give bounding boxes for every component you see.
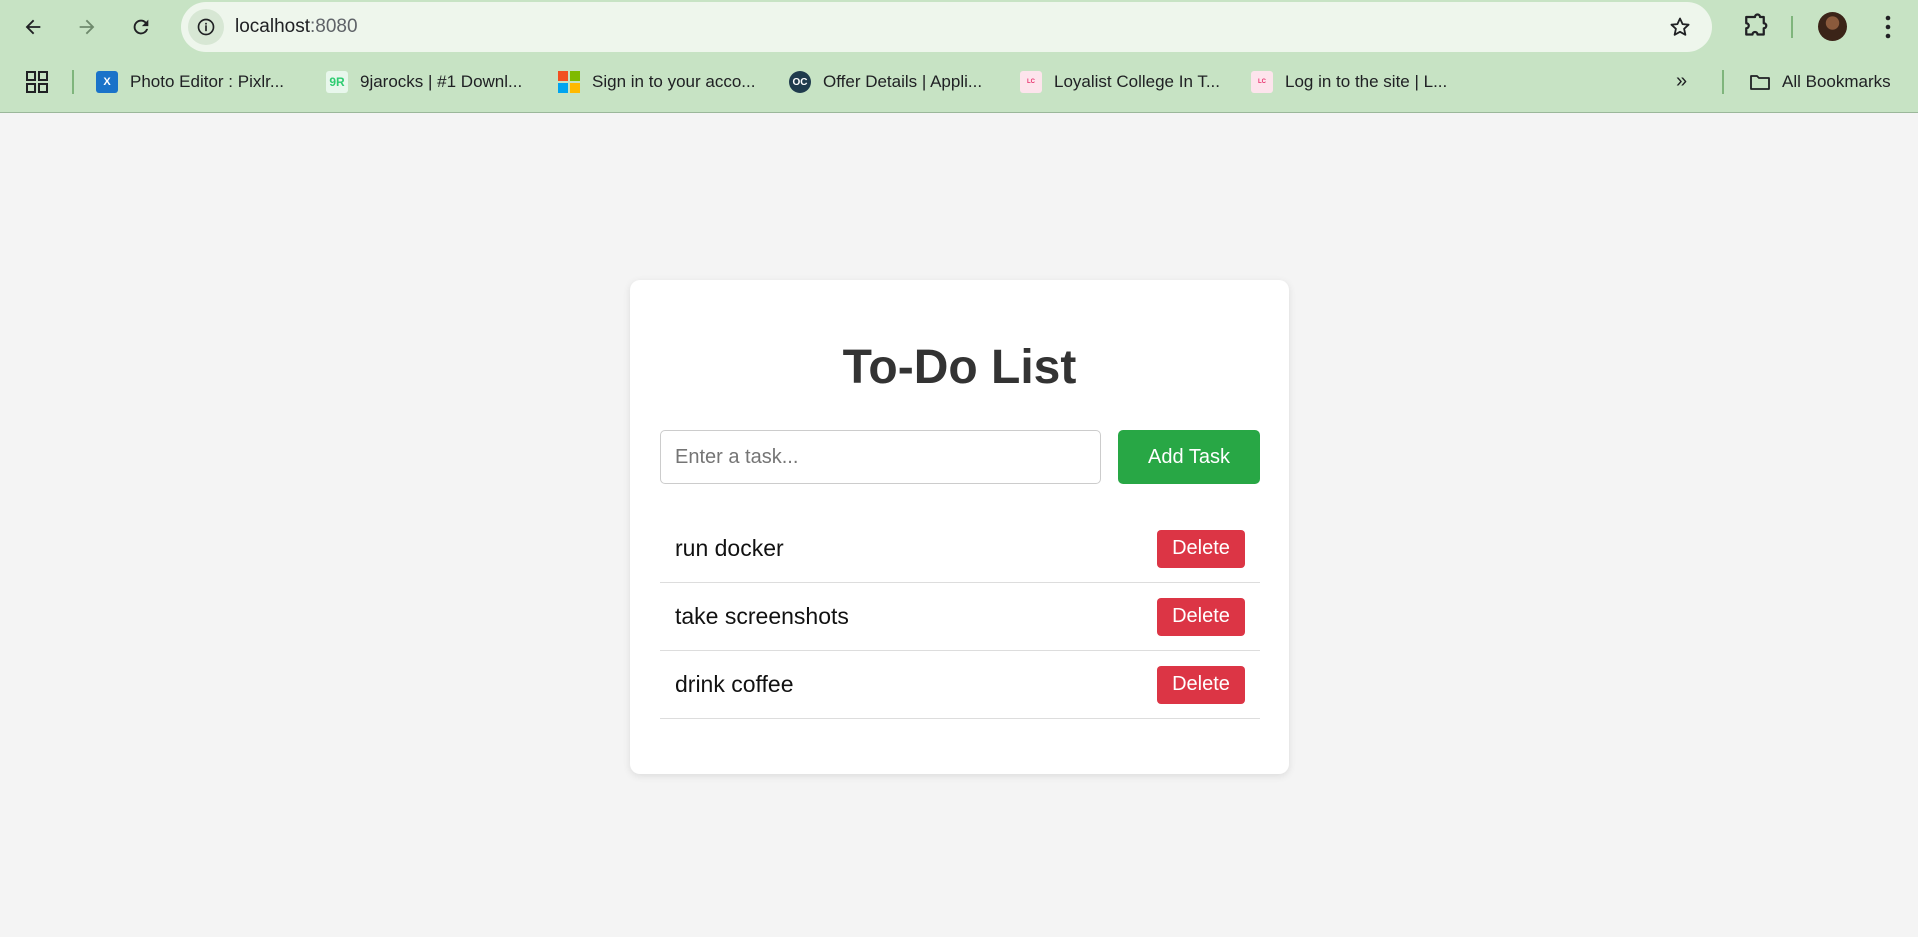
bookmark-loyalist[interactable]: LC Loyalist College In T... xyxy=(1020,68,1220,96)
info-icon xyxy=(197,18,215,36)
more-bookmarks-chevron-icon[interactable]: » xyxy=(1676,70,1687,93)
all-bookmarks-button[interactable]: All Bookmarks xyxy=(1748,68,1891,96)
bookmark-label: Offer Details | Appli... xyxy=(823,72,983,91)
bookmark-microsoft[interactable]: Sign in to your acco... xyxy=(558,68,755,96)
task-item: run docker Delete xyxy=(660,515,1260,583)
reload-button[interactable] xyxy=(124,10,158,44)
task-text: run docker xyxy=(675,535,784,561)
bookmark-9jarocks[interactable]: 9R 9jarocks | #1 Downl... xyxy=(326,68,522,96)
delete-task-button[interactable]: Delete xyxy=(1157,597,1245,636)
9jarocks-favicon-icon: 9R xyxy=(326,71,348,93)
all-bookmarks-label: All Bookmarks xyxy=(1782,72,1891,91)
url-text: localhost:8080 xyxy=(235,16,358,38)
bookmark-label: Log in to the site | L... xyxy=(1285,72,1448,91)
arrow-right-icon xyxy=(79,19,95,35)
loyalist-favicon-icon: LC xyxy=(1251,71,1273,93)
folder-icon xyxy=(1750,75,1770,90)
add-task-button[interactable]: Add Task xyxy=(1118,430,1260,484)
bookmark-label: Sign in to your acco... xyxy=(592,72,756,91)
task-text: take screenshots xyxy=(675,603,849,629)
todo-card: To-Do List Add Task run docker Delete ta… xyxy=(630,280,1289,774)
bookmark-offer-details[interactable]: OC Offer Details | Appli... xyxy=(789,68,982,96)
menu-kebab-icon[interactable] xyxy=(1878,12,1898,42)
bookmark-star-icon[interactable] xyxy=(1668,15,1692,39)
bookmark-loyalist-login[interactable]: LC Log in to the site | L... xyxy=(1251,68,1447,96)
url-host: localhost xyxy=(235,16,310,37)
reload-icon xyxy=(133,19,149,35)
back-button[interactable] xyxy=(16,10,50,44)
delete-task-button[interactable]: Delete xyxy=(1157,529,1245,568)
oc-favicon-icon: OC xyxy=(789,71,811,93)
task-text: drink coffee xyxy=(675,671,794,697)
bookmark-pixlr[interactable]: X Photo Editor : Pixlr... xyxy=(96,68,284,96)
apps-grid-icon[interactable] xyxy=(25,70,49,94)
task-item: drink coffee Delete xyxy=(660,651,1260,719)
bookmark-label: Loyalist College In T... xyxy=(1054,72,1220,91)
arrow-left-icon xyxy=(25,19,41,35)
bookmark-label: Photo Editor : Pixlr... xyxy=(130,72,285,91)
toolbar-divider xyxy=(1791,16,1793,38)
microsoft-favicon-icon xyxy=(558,71,580,93)
browser-chrome: localhost:8080 X Photo Editor : Pixlr...… xyxy=(0,0,1918,113)
task-list: run docker Delete take screenshots Delet… xyxy=(660,515,1260,719)
page-title: To-Do List xyxy=(842,341,1077,394)
bookmarks-divider xyxy=(1722,70,1724,94)
loyalist-favicon-icon: LC xyxy=(1020,71,1042,93)
task-item: take screenshots Delete xyxy=(660,583,1260,651)
bookmarks-bar: X Photo Editor : Pixlr... 9R 9jarocks | … xyxy=(0,60,1918,104)
pixlr-favicon-icon: X xyxy=(96,71,118,93)
bookmarks-divider xyxy=(72,70,74,94)
extensions-icon[interactable] xyxy=(1740,12,1770,42)
profile-avatar[interactable] xyxy=(1818,12,1847,41)
task-input[interactable] xyxy=(660,430,1101,484)
address-bar[interactable]: localhost:8080 xyxy=(181,2,1712,52)
site-info-button[interactable] xyxy=(188,9,224,45)
delete-task-button[interactable]: Delete xyxy=(1157,665,1245,704)
bookmark-label: 9jarocks | #1 Downl... xyxy=(360,72,523,91)
forward-button[interactable] xyxy=(70,10,104,44)
url-port: :8080 xyxy=(310,16,358,37)
